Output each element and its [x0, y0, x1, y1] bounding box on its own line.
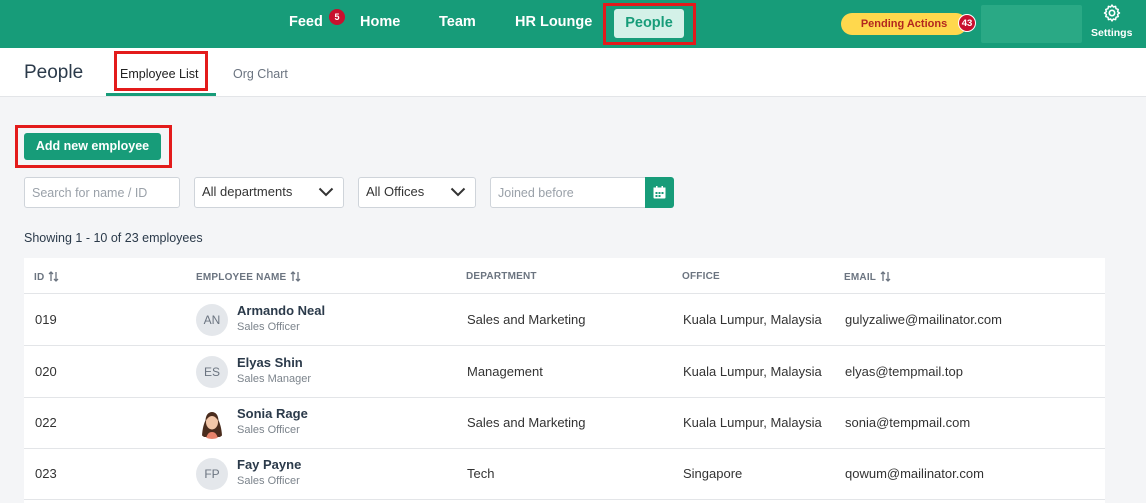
tab-employee-list-highlight — [114, 51, 208, 91]
employee-role: Sales Manager — [237, 373, 311, 385]
employee-name[interactable]: Armando Neal — [237, 303, 325, 318]
user-profile-area[interactable] — [981, 5, 1082, 43]
table-row[interactable]: 020 ES Elyas Shin Sales Manager Manageme… — [24, 346, 1105, 398]
employee-email: qowum@mailinator.com — [845, 466, 984, 481]
employee-department: Management — [467, 364, 543, 379]
employee-department: Sales and Marketing — [467, 312, 586, 327]
avatar: ES — [196, 356, 228, 388]
sort-icon[interactable] — [48, 271, 59, 282]
employee-role: Sales Officer — [237, 321, 300, 333]
avatar: AN — [196, 304, 228, 336]
employee-office: Kuala Lumpur, Malaysia — [683, 415, 822, 430]
employee-email: gulyzaliwe@mailinator.com — [845, 312, 1002, 327]
nav-hr-lounge[interactable]: HR Lounge — [515, 14, 592, 30]
office-select[interactable]: All Offices — [358, 177, 476, 208]
nav-feed[interactable]: Feed — [289, 14, 323, 30]
table-row[interactable]: 019 AN Armando Neal Sales Officer Sales … — [24, 294, 1105, 346]
department-select-value: All departments — [202, 184, 293, 199]
page-header: People Employee List Org Chart — [0, 48, 1146, 97]
add-new-employee-highlight — [15, 125, 172, 168]
employee-id: 023 — [35, 466, 57, 481]
pending-actions-button[interactable]: Pending Actions — [841, 13, 967, 35]
column-header-employee-name-label: EMPLOYEE NAME — [196, 272, 287, 283]
column-header-id-label: ID — [34, 272, 45, 283]
calendar-icon — [653, 186, 666, 199]
employee-office: Kuala Lumpur, Malaysia — [683, 364, 822, 379]
person-photo-icon — [202, 412, 222, 439]
column-header-email[interactable]: EMAIL — [844, 271, 891, 283]
department-select[interactable]: All departments — [194, 177, 344, 208]
employee-office: Singapore — [683, 466, 743, 481]
employee-name[interactable]: Elyas Shin — [237, 355, 303, 370]
employee-id: 019 — [35, 312, 57, 327]
employee-name[interactable]: Fay Payne — [237, 457, 301, 472]
column-header-employee-name[interactable]: EMPLOYEE NAME — [196, 271, 301, 283]
chevron-down-icon — [318, 187, 334, 197]
search-input[interactable] — [24, 177, 180, 208]
employee-email: elyas@tempmail.top — [845, 364, 963, 379]
employee-email: sonia@tempmail.com — [845, 415, 971, 430]
settings-label[interactable]: Settings — [1091, 27, 1132, 39]
gear-icon[interactable] — [1102, 3, 1122, 23]
employee-role: Sales Officer — [237, 424, 300, 436]
chevron-down-icon — [450, 187, 466, 197]
office-select-value: All Offices — [366, 184, 425, 199]
sort-icon[interactable] — [290, 271, 301, 282]
employee-table: ID EMPLOYEE NAME DEPARTMENT OFFICE EMAIL… — [24, 258, 1105, 503]
date-picker-button[interactable] — [645, 177, 674, 208]
employee-role: Sales Officer — [237, 475, 300, 487]
pending-actions-badge: 43 — [958, 14, 976, 32]
top-navbar: Feed 5 Home Team HR Lounge People Pendin… — [0, 0, 1146, 48]
nav-home[interactable]: Home — [360, 14, 400, 30]
joined-before-input[interactable] — [490, 177, 646, 208]
employee-office: Kuala Lumpur, Malaysia — [683, 312, 822, 327]
employee-id: 020 — [35, 364, 57, 379]
employee-department: Tech — [467, 466, 495, 481]
table-header: ID EMPLOYEE NAME DEPARTMENT OFFICE EMAIL — [24, 258, 1105, 294]
avatar-photo — [196, 407, 228, 439]
avatar: FP — [196, 458, 228, 490]
active-tab-indicator — [106, 93, 216, 96]
employee-name[interactable]: Sonia Rage — [237, 406, 308, 421]
table-row[interactable]: 022 Sonia Rage Sales Officer Sales and M… — [24, 397, 1105, 449]
sort-icon[interactable] — [880, 271, 891, 282]
column-header-office: OFFICE — [682, 271, 720, 282]
column-header-department: DEPARTMENT — [466, 271, 537, 282]
employee-department: Sales and Marketing — [467, 415, 586, 430]
feed-notification-badge: 5 — [329, 9, 345, 25]
page-title: People — [24, 62, 84, 83]
column-header-id[interactable]: ID — [34, 271, 59, 283]
employee-id: 022 — [35, 415, 57, 430]
nav-people-highlight — [603, 3, 696, 45]
nav-team[interactable]: Team — [439, 14, 476, 30]
tab-org-chart[interactable]: Org Chart — [233, 67, 288, 81]
table-row[interactable]: 023 FP Fay Payne Sales Officer Tech Sing… — [24, 448, 1105, 500]
column-header-email-label: EMAIL — [844, 272, 877, 283]
results-summary: Showing 1 - 10 of 23 employees — [24, 231, 203, 245]
